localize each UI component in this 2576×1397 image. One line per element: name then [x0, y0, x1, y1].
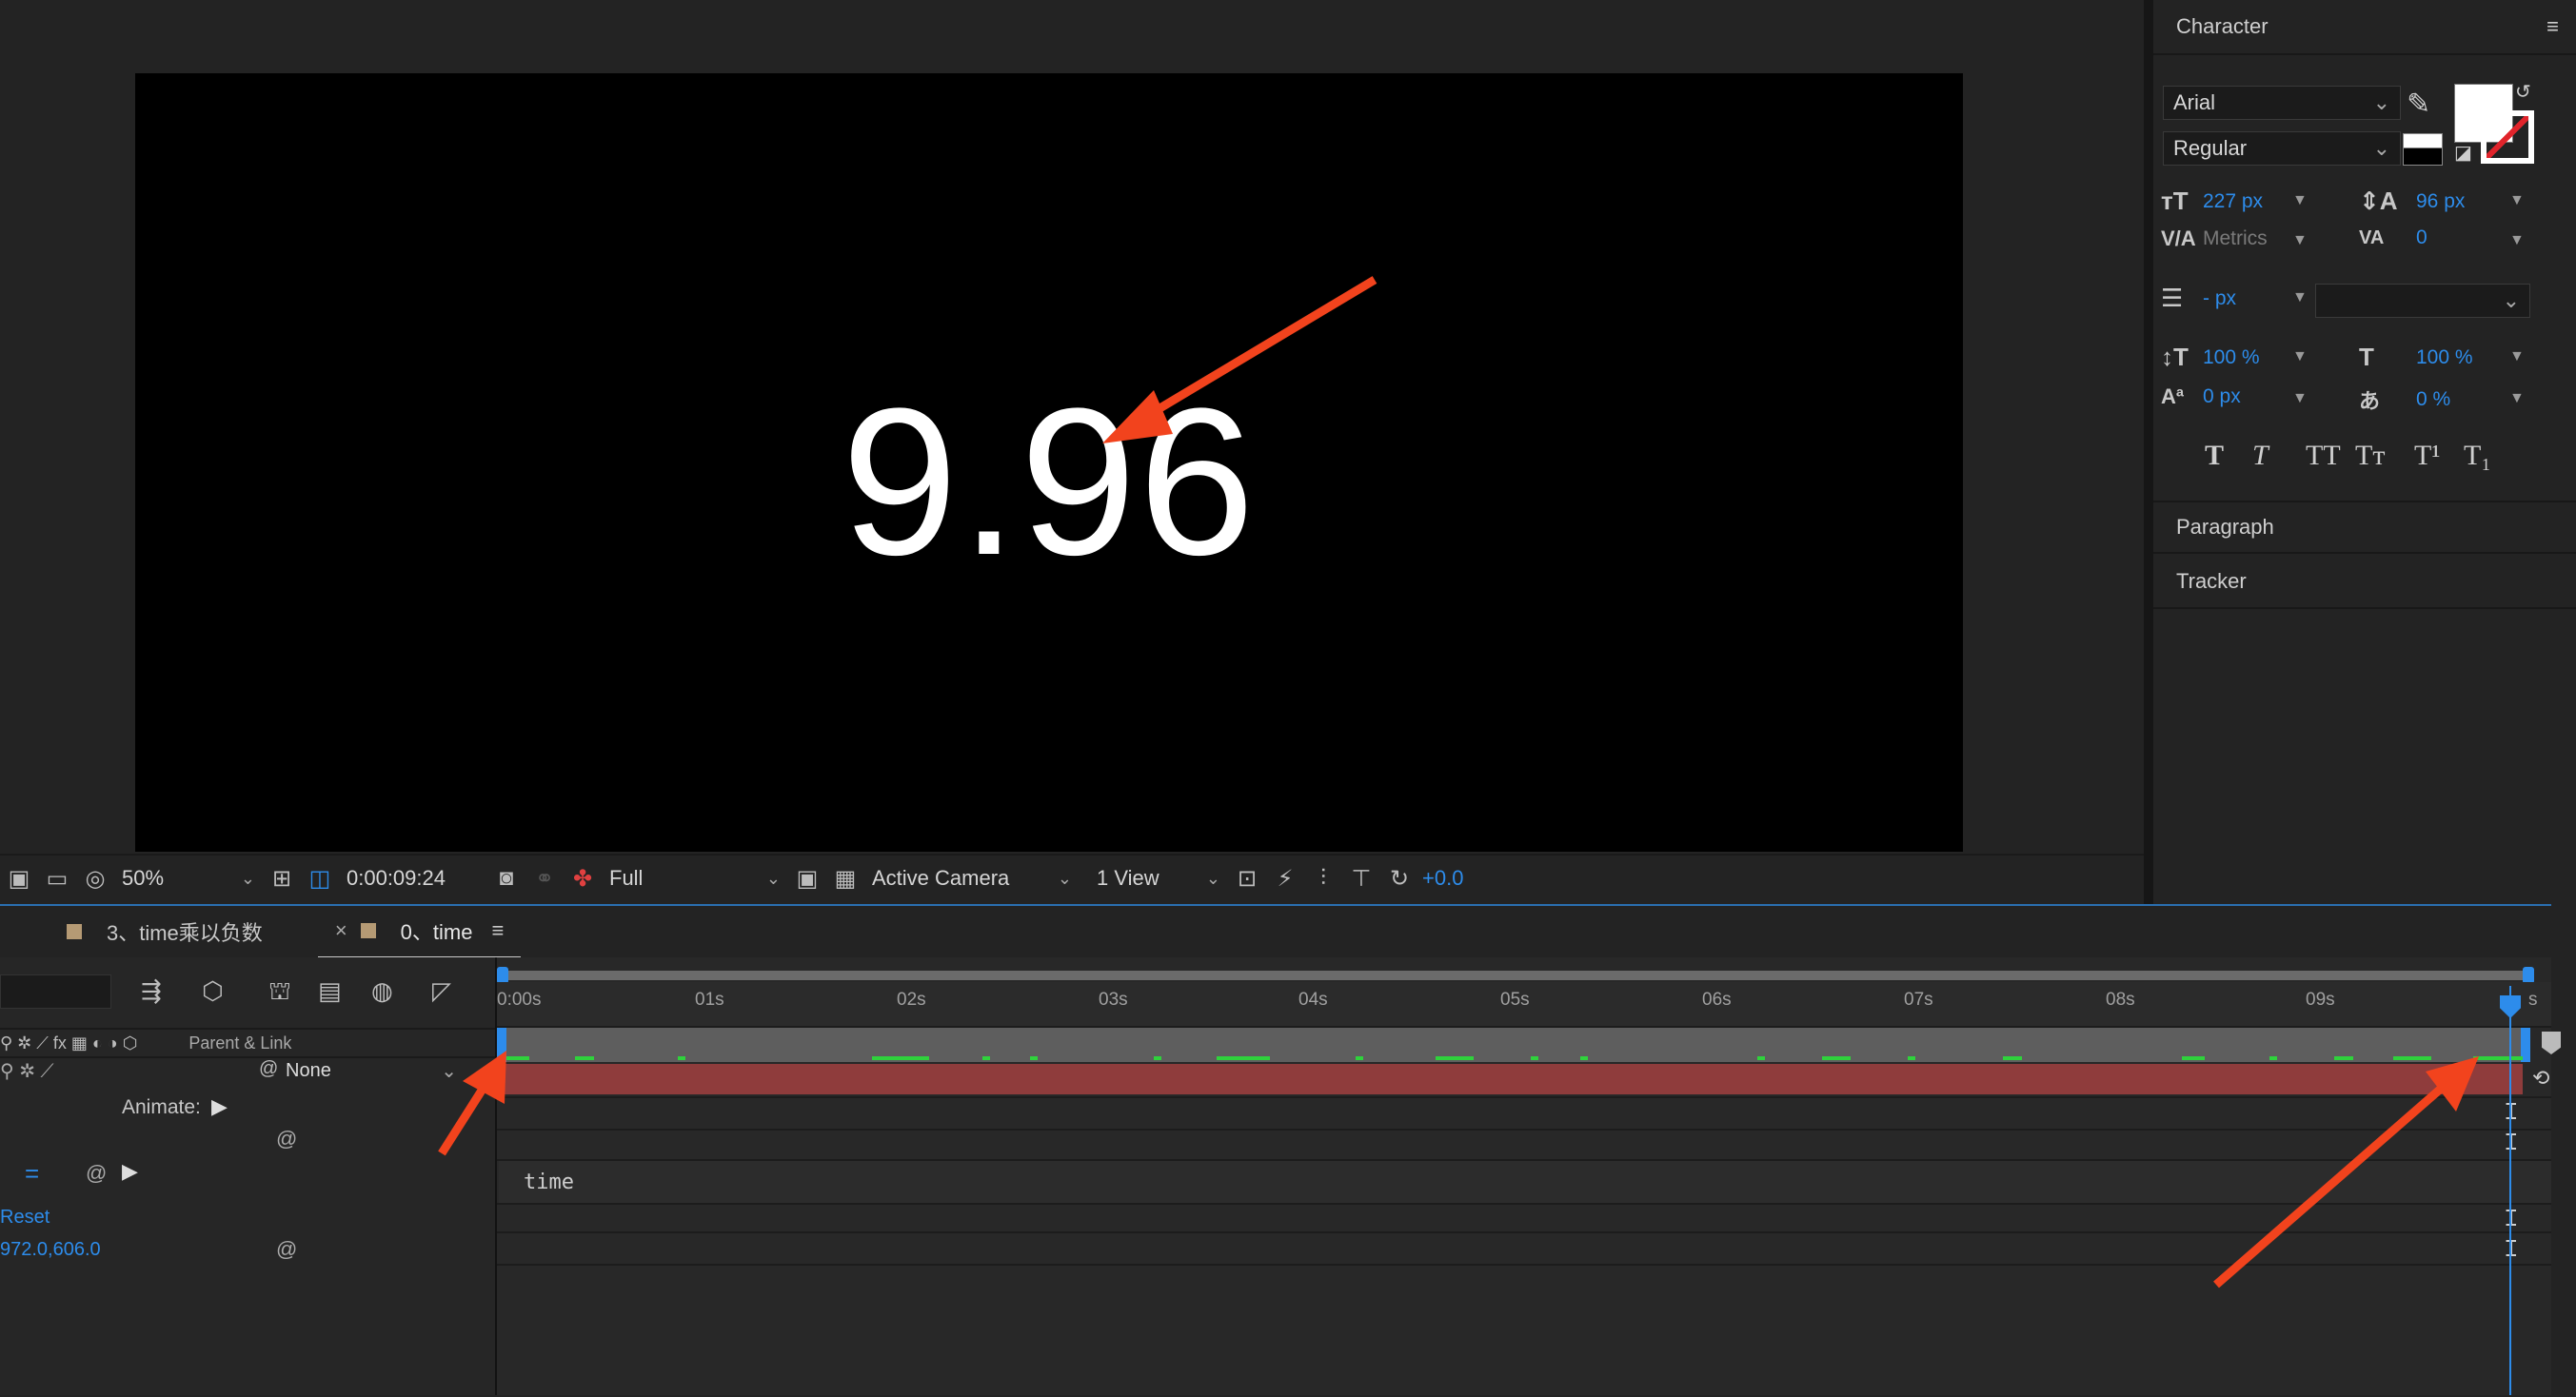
- annotation-arrows: [438, 276, 2479, 1289]
- arrow-to-end: [2213, 1056, 2479, 1289]
- arrow-to-start: [438, 1051, 506, 1156]
- arrow-to-value: [1102, 276, 1377, 443]
